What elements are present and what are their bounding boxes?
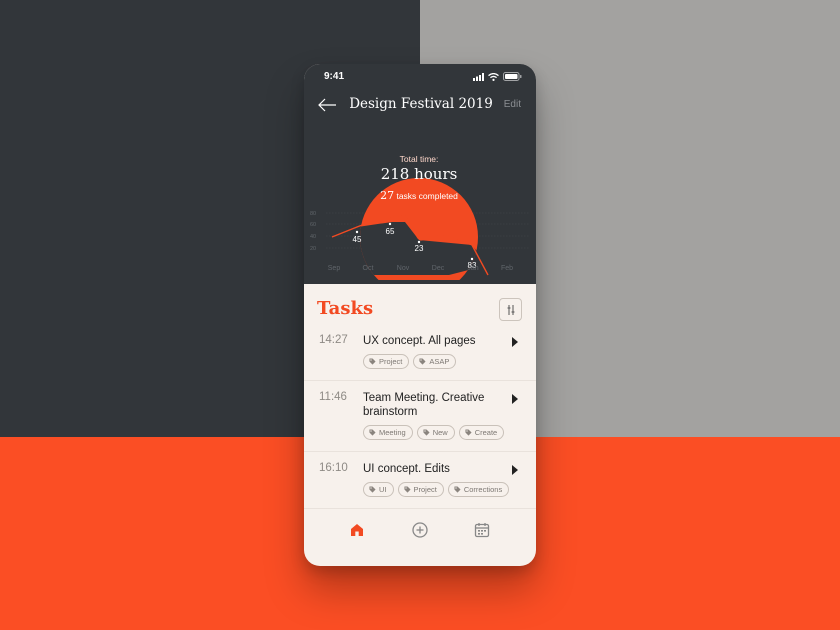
play-icon[interactable] [512, 394, 518, 404]
edit-button[interactable]: Edit [504, 99, 521, 110]
y-tick-label: 20 [310, 246, 316, 252]
tag-icon [369, 429, 376, 436]
task-tags: Project ASAP [363, 354, 457, 369]
x-tick-label: Nov [397, 265, 410, 272]
signal-icon [473, 72, 484, 81]
divider [304, 508, 536, 509]
data-point [417, 240, 421, 244]
tag-icon [369, 358, 376, 365]
wifi-icon [488, 72, 499, 81]
task-title: Team Meeting. Creative brainstorm [363, 392, 485, 418]
tag-icon [454, 486, 461, 493]
play-icon[interactable] [512, 465, 518, 475]
x-tick-label: Feb [501, 265, 513, 272]
tag-icon [423, 429, 430, 436]
y-tick-label: 60 [310, 222, 316, 228]
divider [304, 451, 536, 452]
status-icons [473, 72, 522, 81]
page-title: Design Festival 2019 [349, 96, 493, 112]
tag-chip[interactable]: New [416, 425, 455, 440]
divider [304, 380, 536, 381]
phone-screen: 9:41 Design Festival 2019 Edit 80 60 40 … [304, 64, 536, 566]
x-tick-label: Sep [328, 265, 341, 272]
tasks-completed: 27 tasks completed [360, 189, 478, 202]
x-tick-label: Jan [467, 265, 478, 272]
chart-svg: 80 60 40 20 45 65 23 83 Sep Oct Nov Dec … [310, 178, 530, 296]
data-label: 23 [415, 244, 424, 253]
x-tick-label: Oct [363, 265, 374, 272]
tag-label: Project [413, 485, 437, 494]
tag-icon [419, 358, 426, 365]
data-point [470, 257, 474, 261]
task-title: UI concept. Edits [363, 463, 450, 475]
tag-icon [369, 486, 376, 493]
tag-label: Meeting [379, 428, 406, 437]
nav-bar: Design Festival 2019 Edit [304, 94, 536, 118]
header-panel: 9:41 Design Festival 2019 Edit 80 60 40 … [304, 64, 536, 296]
data-point [355, 230, 359, 234]
tab-bar [304, 516, 536, 546]
tag-icon [403, 486, 411, 493]
y-tick-label: 40 [310, 234, 316, 240]
tag-chip[interactable]: Meeting [363, 425, 413, 440]
task-time: 16:10 [319, 462, 348, 474]
tag-chip[interactable]: Project [397, 482, 444, 497]
tag-chip[interactable]: ASAP [413, 354, 457, 369]
tag-label: Project [379, 357, 403, 366]
data-point [388, 222, 392, 226]
filter-button[interactable] [499, 298, 522, 321]
calendar-icon[interactable] [473, 521, 491, 539]
tag-chip[interactable]: Create [458, 425, 505, 440]
tag-label: New [432, 428, 448, 437]
task-tags: Meeting New Create [363, 425, 505, 440]
tasks-count: 27 [380, 189, 395, 202]
task-time: 14:27 [319, 334, 348, 346]
task-time: 11:46 [319, 391, 347, 403]
tag-label: Corrections [463, 485, 503, 494]
tasks-completed-text: tasks completed [396, 191, 458, 201]
tag-label: Create [474, 428, 498, 437]
filter-icon [507, 304, 514, 315]
tag-label: ASAP [429, 357, 450, 366]
total-time-label: Total time: [399, 154, 439, 164]
play-icon[interactable] [512, 337, 518, 347]
task-title: UX concept. All pages [363, 335, 476, 347]
tag-chip[interactable]: UI [363, 482, 394, 497]
x-tick-label: Dec [432, 265, 445, 272]
add-icon[interactable] [411, 521, 429, 539]
task-tags: UI Project Corrections [363, 482, 510, 497]
data-label: 65 [386, 227, 395, 236]
tasks-heading: Tasks [317, 298, 374, 319]
time-chart: 80 60 40 20 45 65 23 83 Sep Oct Nov Dec … [304, 124, 536, 296]
tag-chip[interactable]: Corrections [447, 482, 510, 497]
tag-icon [465, 429, 472, 436]
total-hours: 218 hours [380, 165, 458, 183]
data-label: 45 [353, 235, 362, 244]
status-time: 9:41 [324, 71, 345, 82]
back-arrow-icon[interactable] [316, 97, 338, 113]
tag-chip[interactable]: Project [363, 354, 410, 369]
battery-icon [503, 72, 522, 81]
y-tick-label: 80 [310, 211, 316, 217]
tag-label: UI [379, 485, 387, 494]
home-icon[interactable] [348, 521, 366, 539]
